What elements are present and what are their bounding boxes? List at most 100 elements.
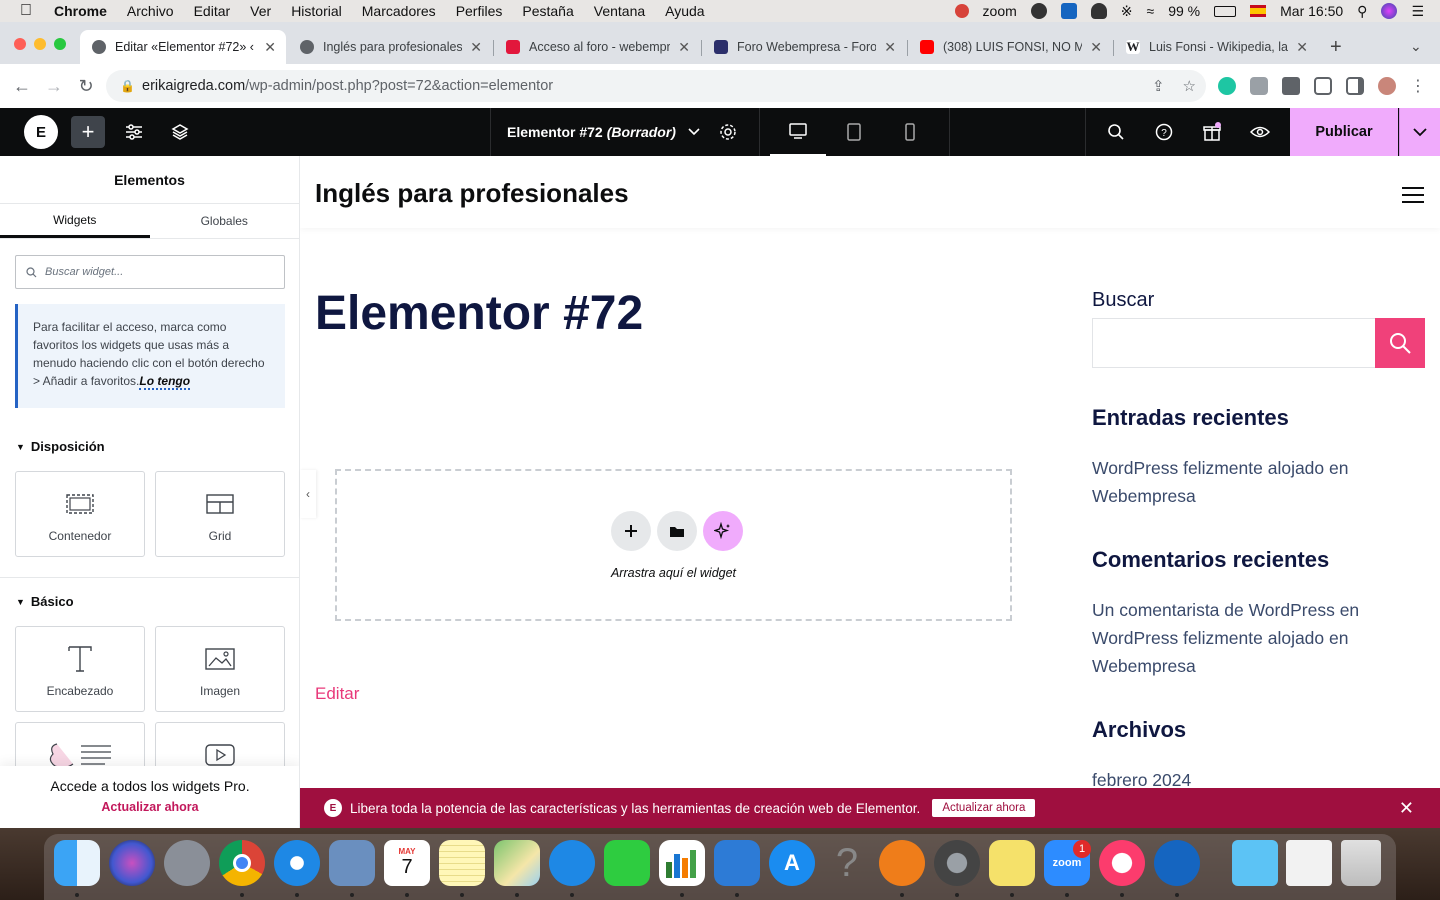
ai-sparkle-icon[interactable]	[703, 511, 743, 551]
reload-button[interactable]: ↻	[70, 76, 102, 97]
page-settings-gear-icon[interactable]	[711, 116, 745, 148]
desktop-view-icon[interactable]	[770, 108, 826, 156]
post-title[interactable]: Elementor #72	[315, 286, 643, 341]
mobile-view-icon[interactable]	[882, 108, 938, 156]
menu-ver[interactable]: Ver	[250, 3, 271, 19]
messages-bubble-icon[interactable]	[549, 840, 595, 886]
folder-icon[interactable]	[1232, 840, 1278, 886]
promo-upgrade-button[interactable]: Actualizar ahora	[932, 799, 1036, 817]
close-tab-icon[interactable]: ✕	[264, 39, 276, 56]
close-window-button[interactable]	[14, 38, 26, 50]
extension-code-icon[interactable]	[1250, 77, 1268, 95]
sidebar-search-input[interactable]	[1092, 318, 1376, 368]
books-icon[interactable]	[879, 840, 925, 886]
menu-archivo[interactable]: Archivo	[127, 3, 174, 19]
widget-drop-area[interactable]: Arrastra aquí el widget	[335, 469, 1012, 621]
help-icon[interactable]: ?	[1147, 116, 1181, 148]
tab-foro-webempresa[interactable]: Foro Webempresa - Foro ✕	[702, 30, 906, 64]
category-basico[interactable]: ▼ Básico	[16, 594, 74, 609]
forward-button[interactable]: →	[38, 76, 70, 97]
menu-pestana[interactable]: Pestaña	[522, 3, 573, 19]
close-tab-icon[interactable]: ✕	[470, 39, 482, 56]
address-bar[interactable]: 🔒 erikaigreda.com /wp-admin/post.php?pos…	[106, 70, 1206, 102]
add-section-plus-icon[interactable]	[611, 511, 651, 551]
structure-layers-icon[interactable]	[163, 116, 197, 148]
system-preferences-gear-icon[interactable]	[934, 840, 980, 886]
profile-avatar[interactable]	[1378, 77, 1396, 95]
minimize-window-button[interactable]	[34, 38, 46, 50]
keynote-podium-icon[interactable]	[714, 840, 760, 886]
apple-menu-icon[interactable]: 	[20, 2, 38, 20]
collapse-panel-chevron-icon[interactable]: ‹	[300, 470, 316, 518]
siri-dock-icon[interactable]	[109, 840, 155, 886]
menu-editar[interactable]: Editar	[194, 3, 231, 19]
bluetooth-icon[interactable]: ※	[1121, 3, 1133, 20]
widget-grid[interactable]: Grid	[155, 471, 285, 557]
tab-ingles[interactable]: Inglés para profesionales ✕	[288, 30, 492, 64]
menu-ventana[interactable]: Ventana	[594, 3, 645, 19]
maximize-window-button[interactable]	[54, 38, 66, 50]
tab-editar-elementor[interactable]: Editar «Elementor #72» ‹ ✕	[80, 30, 286, 64]
spotlight-icon[interactable]: ⚲	[1357, 3, 1367, 20]
edit-post-link[interactable]: Editar	[315, 684, 359, 704]
sidebar-search-button[interactable]	[1375, 318, 1425, 368]
zoom-status-label[interactable]: zoom	[983, 3, 1017, 19]
close-tab-icon[interactable]: ✕	[678, 39, 690, 56]
calendar-icon[interactable]: MAY 7	[384, 840, 430, 886]
finder-icon[interactable]	[54, 840, 100, 886]
hamburger-menu-icon[interactable]	[1402, 187, 1424, 208]
facetime-icon[interactable]	[604, 840, 650, 886]
back-button[interactable]: ←	[6, 76, 38, 97]
siri-icon[interactable]	[1381, 3, 1398, 19]
battery-icon[interactable]	[1214, 5, 1237, 17]
site-settings-icon[interactable]	[117, 116, 151, 148]
publish-button[interactable]: Publicar	[1290, 108, 1398, 156]
pro-upgrade-link[interactable]: Actualizar ahora	[0, 800, 299, 814]
numbers-chart-icon[interactable]	[659, 840, 705, 886]
tab-youtube[interactable]: (308) LUIS FONSI, NO ME ✕	[908, 30, 1112, 64]
whats-new-gift-icon[interactable]	[1195, 116, 1229, 148]
tab-widgets[interactable]: Widgets	[0, 204, 150, 238]
control-center-icon[interactable]: ☰	[1411, 3, 1424, 20]
share-icon[interactable]: ⇪	[1152, 77, 1165, 95]
wifi-icon[interactable]: ≈	[1147, 3, 1155, 19]
reading-list-icon[interactable]	[1314, 77, 1332, 95]
close-tab-icon[interactable]: ✕	[1296, 39, 1308, 56]
close-tab-icon[interactable]: ✕	[884, 39, 896, 56]
menu-marcadores[interactable]: Marcadores	[362, 3, 436, 19]
add-template-folder-icon[interactable]	[657, 511, 697, 551]
menu-ayuda[interactable]: Ayuda	[665, 3, 704, 19]
site-title[interactable]: Inglés para profesionales	[315, 178, 629, 209]
notes-icon[interactable]	[439, 840, 485, 886]
teamviewer-status-icon[interactable]	[1060, 3, 1077, 19]
tab-search-chevron-icon[interactable]: ⌄	[1410, 38, 1422, 55]
creative-cloud-icon[interactable]	[1030, 3, 1047, 19]
widget-imagen[interactable]: Imagen	[155, 626, 285, 712]
downloads-stack-icon[interactable]	[1286, 840, 1332, 886]
music-icon[interactable]	[1099, 840, 1145, 886]
widget-encabezado[interactable]: Encabezado	[15, 626, 145, 712]
launchpad-rocket-icon[interactable]	[164, 840, 210, 886]
side-panel-icon[interactable]	[1346, 77, 1364, 95]
app-store-icon[interactable]: A	[769, 840, 815, 886]
publish-options-chevron-icon[interactable]	[1399, 108, 1440, 156]
tab-acceso-foro[interactable]: Acceso al foro - webempresa ✕	[494, 30, 700, 64]
stickies-icon[interactable]	[989, 840, 1035, 886]
lock-icon[interactable]: 🔒	[120, 79, 135, 93]
tip-dismiss-link[interactable]: Lo tengo	[139, 374, 191, 390]
maps-icon[interactable]	[494, 840, 540, 886]
preview-eye-icon[interactable]	[1243, 116, 1277, 148]
close-promo-icon[interactable]: ✕	[1399, 798, 1414, 819]
keyboard-flag-icon[interactable]	[1250, 5, 1267, 17]
close-tab-icon[interactable]: ✕	[1090, 39, 1102, 56]
chrome-icon[interactable]	[219, 840, 265, 886]
extensions-puzzle-icon[interactable]	[1282, 77, 1300, 95]
tab-globales[interactable]: Globales	[150, 204, 300, 238]
tab-wikipedia[interactable]: W Luis Fonsi - Wikipedia, la ✕	[1114, 30, 1318, 64]
category-disposicion[interactable]: ▼ Disposición	[16, 439, 105, 454]
recent-post-link[interactable]: WordPress felizmente alojado en Webempre…	[1092, 454, 1422, 510]
new-tab-button[interactable]: +	[1330, 36, 1342, 59]
finder-search-icon[interactable]	[1099, 116, 1133, 148]
clock-label[interactable]: Mar 16:50	[1280, 3, 1343, 19]
unknown-app-question-icon[interactable]: ?	[824, 840, 870, 886]
